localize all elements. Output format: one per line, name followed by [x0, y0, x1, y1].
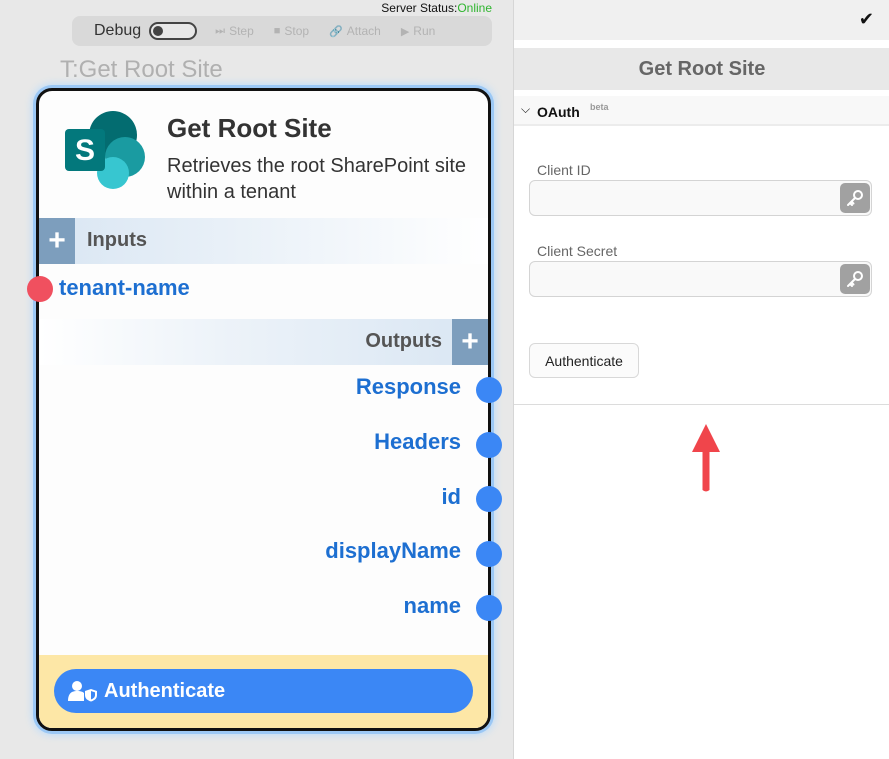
output-port-headers[interactable] — [476, 432, 502, 458]
output-port-response[interactable] — [476, 377, 502, 403]
client-id-input[interactable] — [538, 187, 833, 209]
client-id-label: Client ID — [537, 162, 591, 178]
auth-footer: Authenticate — [39, 655, 488, 728]
attach-label: Attach — [346, 24, 381, 38]
debug-toggle[interactable] — [149, 22, 198, 40]
output-port-displayname[interactable] — [476, 541, 502, 567]
outputs-label: Outputs — [365, 330, 442, 352]
outputs-header: Outputs + — [39, 319, 488, 365]
stop-button[interactable]: ■ Stop — [274, 24, 309, 38]
node-authenticate-button[interactable]: Authenticate — [54, 669, 473, 713]
debug-toolbar: Debug ⏭ Step ■ Stop 🔗 Attach ▶ Run — [72, 16, 492, 46]
user-shield-icon — [68, 681, 97, 702]
key-icon — [847, 190, 863, 206]
server-status-value: Online — [457, 1, 492, 15]
add-input-button[interactable]: + — [39, 218, 75, 264]
panel-authenticate-button[interactable]: Authenticate — [529, 343, 639, 378]
node-canvas-label: T:Get Root Site — [60, 56, 223, 83]
red-arrow-icon — [692, 424, 720, 492]
run-button[interactable]: ▶ Run — [401, 24, 435, 38]
beta-badge: beta — [590, 102, 609, 112]
server-status: Server Status:Online — [381, 1, 492, 15]
client-id-field-wrapper — [529, 180, 872, 216]
chevron-down-icon: ⌵ — [521, 102, 531, 116]
sharepoint-logo-icon: S — [65, 111, 145, 189]
svg-text:S: S — [75, 134, 95, 167]
properties-panel: ✔ Get Root Site ⌵ OAuth beta Client ID C… — [513, 0, 889, 759]
client-secret-label: Client Secret — [537, 243, 618, 259]
output-headers: Headers — [374, 429, 461, 454]
node-description: Retrieves the root SharePoint site withi… — [167, 155, 467, 203]
output-response: Response — [355, 374, 461, 399]
step-label: Step — [229, 24, 254, 38]
attach-button[interactable]: 🔗 Attach — [329, 24, 381, 38]
node-title: Get Root Site — [167, 113, 332, 143]
oauth-section: Client ID Client Secret Authenticate — [514, 128, 889, 405]
node-authenticate-label: Authenticate — [104, 679, 226, 702]
input-port-tenant-name[interactable] — [27, 276, 53, 302]
output-port-id[interactable] — [476, 486, 502, 512]
output-name: name — [403, 593, 461, 618]
output-id: id — [441, 484, 461, 509]
add-output-button[interactable]: + — [452, 319, 488, 365]
oauth-section-header[interactable]: ⌵ OAuth beta — [514, 96, 889, 126]
flow-node[interactable]: S Get Root Site Retrieves the root Share… — [27, 88, 502, 731]
inputs-label: Inputs — [87, 229, 147, 251]
stop-icon: ■ — [273, 25, 281, 37]
debug-label: Debug — [94, 22, 142, 39]
client-secret-field-wrapper — [529, 261, 872, 297]
inputs-header: + Inputs — [39, 218, 488, 264]
client-id-key-button[interactable] — [840, 183, 870, 213]
key-icon — [847, 271, 863, 287]
oauth-section-label: OAuth — [537, 104, 580, 120]
input-tenant-name: tenant-name — [59, 275, 190, 300]
client-secret-key-button[interactable] — [840, 264, 870, 294]
panel-topbar: ✔ — [514, 0, 889, 40]
server-status-label: Server Status: — [381, 1, 458, 15]
check-icon[interactable]: ✔ — [859, 9, 874, 30]
play-icon: ▶ — [400, 25, 410, 38]
output-displayname: displayName — [325, 538, 461, 563]
flow-canvas[interactable]: Server Status:Online Debug ⏭ Step ■ Stop… — [0, 0, 513, 759]
run-label: Run — [413, 24, 436, 38]
step-button[interactable]: ⏭ Step — [215, 24, 254, 38]
link-icon: 🔗 — [329, 25, 343, 38]
client-secret-input[interactable] — [538, 268, 833, 290]
panel-title: Get Root Site — [514, 48, 889, 90]
output-port-name[interactable] — [476, 595, 502, 621]
stop-label: Stop — [284, 24, 310, 38]
step-icon: ⏭ — [215, 24, 226, 37]
